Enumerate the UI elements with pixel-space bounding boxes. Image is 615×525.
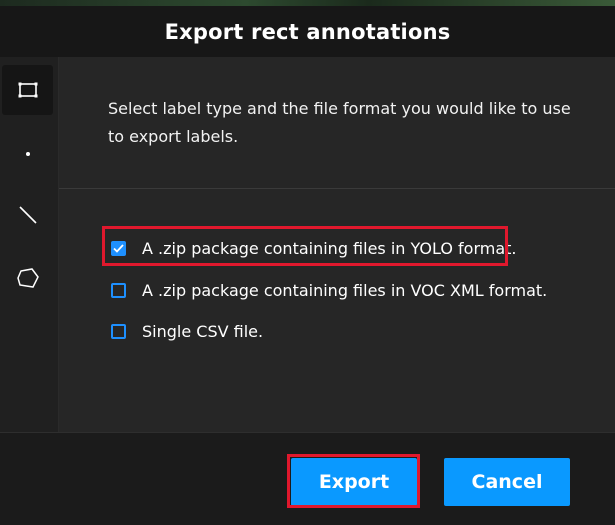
option-voc-xml[interactable]: A .zip package containing files in VOC X… (111, 281, 547, 300)
tool-point[interactable] (2, 129, 53, 179)
point-icon (25, 152, 30, 156)
tool-rect[interactable] (2, 65, 53, 115)
divider (59, 188, 615, 189)
option-label: Single CSV file. (142, 322, 264, 341)
line-icon (18, 206, 37, 224)
label-type-sidebar (0, 57, 59, 432)
option-label: A .zip package containing files in VOC X… (142, 281, 548, 300)
option-yolo[interactable]: A .zip package containing files in YOLO … (111, 239, 517, 258)
checkbox-unchecked[interactable] (111, 283, 126, 298)
dialog-description: Select label type and the file format yo… (108, 99, 571, 146)
rectangle-icon (18, 82, 37, 98)
cancel-button[interactable]: Cancel (444, 458, 570, 506)
dialog-header: Export rect annotations (0, 6, 615, 57)
checkbox-checked[interactable] (111, 241, 126, 256)
dialog-footer: Export Cancel (0, 432, 615, 525)
check-icon (113, 244, 124, 253)
tool-polygon[interactable] (2, 253, 53, 303)
option-csv[interactable]: Single CSV file. (111, 322, 263, 341)
polygon-icon (16, 268, 39, 288)
tool-line[interactable] (2, 190, 53, 240)
export-button[interactable]: Export (291, 458, 417, 506)
option-label: A .zip package containing files in YOLO … (142, 239, 517, 258)
dialog-content: Select label type and the file format yo… (59, 57, 615, 432)
dialog-title: Export rect annotations (164, 19, 451, 44)
checkbox-unchecked[interactable] (111, 324, 126, 339)
